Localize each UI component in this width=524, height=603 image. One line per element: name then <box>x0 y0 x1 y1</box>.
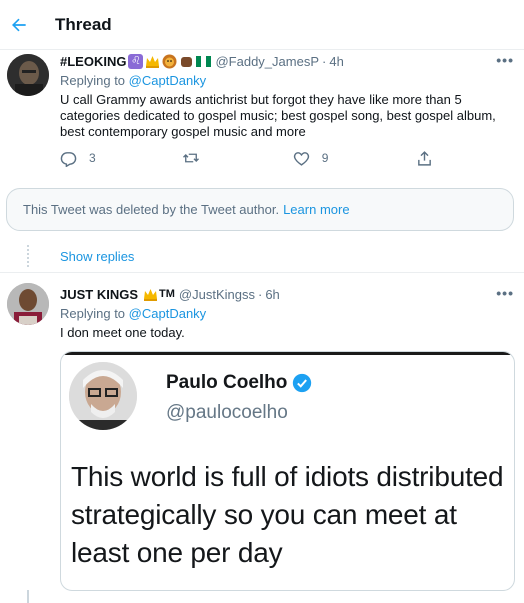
more-options-button[interactable]: ••• <box>496 52 514 68</box>
trademark-text: TM <box>159 288 175 300</box>
heart-icon <box>293 151 309 166</box>
media-top-edge <box>61 352 514 355</box>
like-button[interactable]: 9 <box>293 150 329 167</box>
back-arrow-icon <box>12 18 26 31</box>
paulo-coelho-avatar <box>69 362 137 430</box>
share-button[interactable] <box>416 150 433 167</box>
avatar[interactable] <box>7 54 49 96</box>
show-replies-link[interactable]: Show replies <box>60 249 134 264</box>
back-button[interactable] <box>0 6 38 44</box>
quoted-author-name: Paulo Coelho <box>166 372 312 394</box>
replying-to: Replying to @CaptDanky <box>60 73 514 88</box>
reply-icon <box>60 151 77 167</box>
like-count: 9 <box>321 151 329 165</box>
tweet-text: I don meet one today. <box>60 325 185 340</box>
tweet-leoking[interactable]: #LEOKING ♌ @Faddy_JamesP · 4h ••• Replyi… <box>0 50 524 186</box>
nigeria-flag-icon <box>196 54 212 69</box>
more-options-button[interactable]: ••• <box>496 285 514 301</box>
author-handle[interactable]: @JustKingss <box>179 287 255 302</box>
leo-sign-icon: ♌ <box>128 53 144 69</box>
share-icon <box>418 150 432 166</box>
replying-prefix: Replying to <box>60 73 126 88</box>
reply-count: 3 <box>89 151 96 165</box>
quoted-author-handle: @paulocoelho <box>166 402 288 423</box>
deleted-tweet-notice: This Tweet was deleted by the Tweet auth… <box>6 188 514 231</box>
thread-dots <box>27 245 29 267</box>
dot-separator: · <box>257 286 263 302</box>
author-name[interactable]: JUST KINGS <box>60 287 138 302</box>
replying-prefix: Replying to <box>60 306 126 321</box>
dot-separator: · <box>322 53 327 69</box>
author-handle[interactable]: @Faddy_JamesP <box>215 54 319 69</box>
tweet-text: U call Grammy awards antichrist but forg… <box>60 92 496 139</box>
page-title: Thread <box>55 14 112 34</box>
fist-icon <box>179 54 194 69</box>
thread-line <box>27 590 29 603</box>
quoted-name-text: Paulo Coelho <box>166 372 288 393</box>
replying-to-link[interactable]: @CaptDanky <box>129 73 207 88</box>
avatar[interactable] <box>7 283 49 325</box>
replying-to-link[interactable]: @CaptDanky <box>129 306 207 321</box>
quoted-text: This world is full of idiots distributed… <box>71 461 504 568</box>
reply-button[interactable]: 3 <box>60 150 96 167</box>
tweet-media-image[interactable]: Paulo Coelho @paulocoelho This world is … <box>60 351 515 591</box>
crown-icon <box>145 54 160 69</box>
replying-to: Replying to @CaptDanky <box>60 306 514 321</box>
lion-icon <box>162 54 177 69</box>
crown-icon <box>143 287 158 302</box>
author-name[interactable]: #LEOKING <box>60 54 126 69</box>
tweet-time[interactable]: 6h <box>265 287 279 302</box>
retweet-icon <box>182 153 199 163</box>
deleted-text: This Tweet was deleted by the Tweet auth… <box>23 202 280 217</box>
verified-badge-icon <box>293 373 312 393</box>
tweet-time[interactable]: 4h <box>329 54 343 69</box>
retweet-button[interactable] <box>182 149 200 167</box>
thread-header: Thread <box>0 0 524 50</box>
learn-more-link[interactable]: Learn more <box>283 202 349 217</box>
